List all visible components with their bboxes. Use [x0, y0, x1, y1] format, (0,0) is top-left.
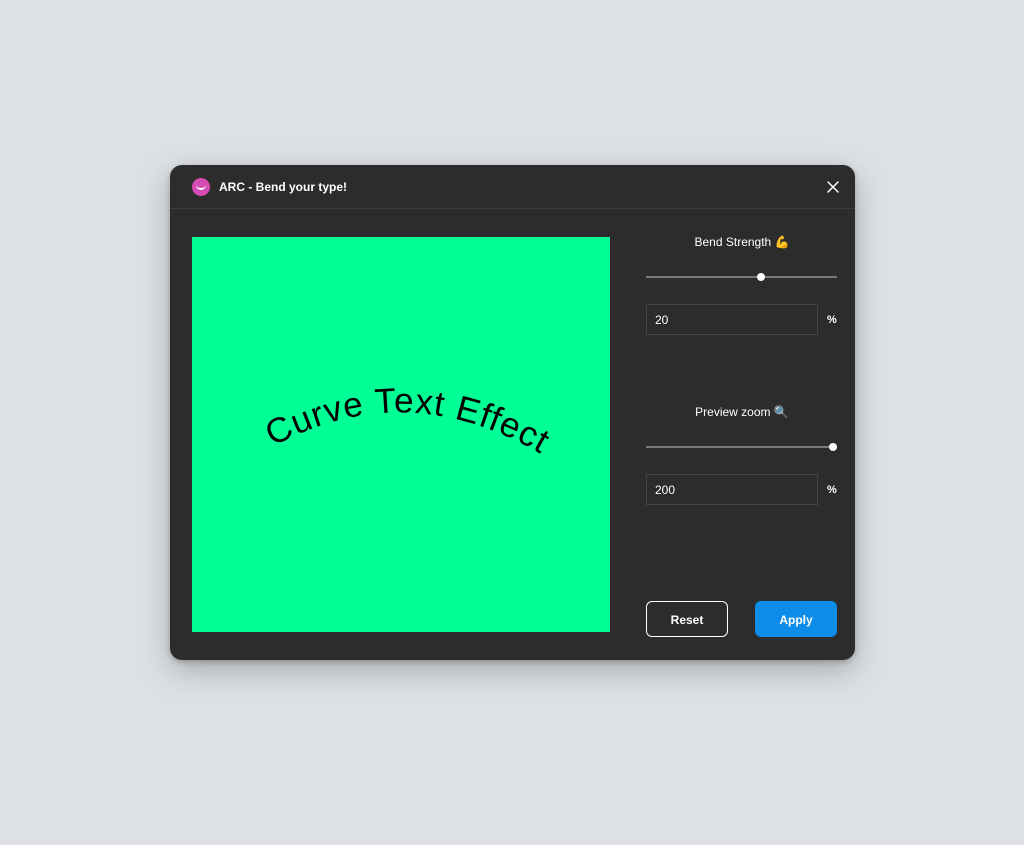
window-title: ARC - Bend your type!	[219, 180, 348, 194]
bend-strength-slider[interactable]	[646, 272, 837, 282]
reset-button[interactable]: Reset	[646, 601, 728, 637]
plugin-window: ARC - Bend your type! Curve Text Effect …	[170, 165, 855, 660]
preview-zoom-slider[interactable]	[646, 442, 837, 452]
curved-text: Curve Text Effect	[259, 381, 557, 461]
curved-text-path: Curve Text Effect	[259, 381, 556, 461]
title-bar: ARC - Bend your type!	[170, 165, 855, 209]
preview-zoom-label: Preview zoom 🔍	[695, 405, 789, 419]
preview-zoom-unit: %	[827, 484, 837, 496]
preview-canvas: Curve Text Effect	[192, 237, 610, 632]
preview-zoom-slider-track	[646, 446, 837, 448]
curved-text-preview: Curve Text Effect	[259, 381, 557, 461]
close-icon[interactable]	[825, 179, 841, 195]
bend-strength-label: Bend Strength 💪	[694, 235, 790, 249]
bend-strength-slider-thumb[interactable]	[756, 273, 765, 281]
arc-logo-icon	[192, 178, 210, 196]
bend-strength-unit: %	[827, 314, 837, 326]
apply-button[interactable]: Apply	[755, 601, 837, 637]
bend-strength-input[interactable]	[646, 304, 818, 335]
preview-zoom-input[interactable]	[646, 474, 818, 505]
bend-strength-slider-track	[646, 276, 837, 278]
preview-zoom-slider-thumb[interactable]	[829, 443, 837, 451]
